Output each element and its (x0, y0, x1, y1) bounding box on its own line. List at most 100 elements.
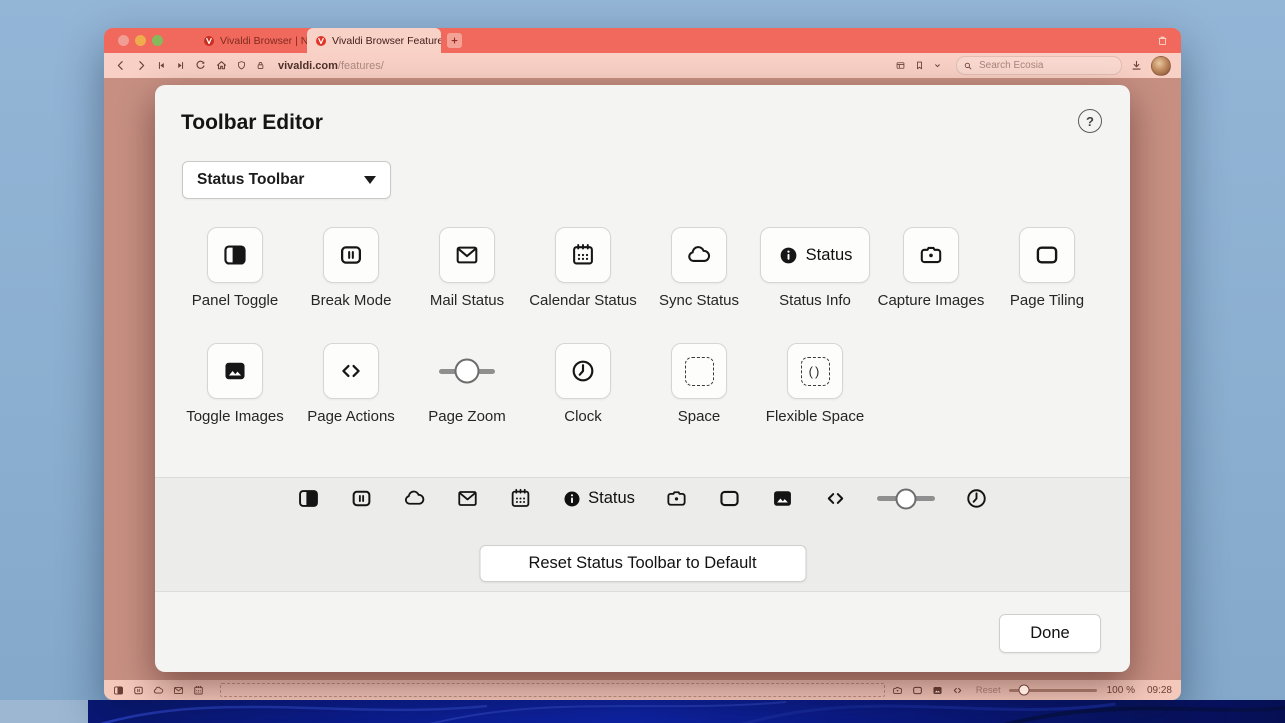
break-mode-icon[interactable] (350, 487, 373, 510)
shield-icon[interactable] (236, 60, 247, 71)
items-row-2: Toggle Images Page Actions Page Zoom (177, 343, 873, 427)
tab-title: Vivaldi Browser Features | (332, 35, 441, 47)
calendar-icon[interactable] (509, 487, 532, 510)
status-info-widget[interactable]: Status (562, 489, 635, 509)
page-zoom-slider[interactable] (1009, 683, 1097, 697)
calendar-icon[interactable] (193, 685, 204, 696)
lock-icon[interactable] (255, 60, 266, 71)
code-icon[interactable] (824, 487, 847, 510)
toolbar-select-dropdown[interactable]: Status Toolbar (182, 161, 391, 199)
item-break-mode[interactable]: Break Mode (293, 227, 409, 311)
item-panel-toggle[interactable]: Panel Toggle (177, 227, 293, 311)
zoom-slider-icon[interactable] (877, 488, 935, 510)
maximize-window-button[interactable] (152, 35, 163, 46)
item-page-tiling[interactable]: Page Tiling (989, 227, 1105, 311)
item-label: Capture Images (878, 292, 985, 311)
chevron-down-icon[interactable] (933, 61, 942, 70)
rewind-button[interactable] (156, 60, 167, 71)
done-button[interactable]: Done (999, 614, 1101, 653)
tab-vivaldi-browser[interactable]: Vivaldi Browser | Now wit (195, 28, 307, 53)
profile-avatar[interactable] (1151, 56, 1171, 76)
item-label: Clock (564, 408, 602, 427)
code-icon (338, 358, 364, 384)
new-tab-button[interactable] (447, 33, 462, 48)
image-icon (222, 358, 248, 384)
fast-forward-button[interactable] (175, 60, 186, 71)
item-capture-images[interactable]: Capture Images (873, 227, 989, 311)
vivaldi-favicon-icon (315, 35, 327, 47)
back-button[interactable] (114, 59, 127, 72)
mail-icon[interactable] (456, 487, 479, 510)
clock-time[interactable]: 09:28 (1147, 685, 1172, 696)
camera-icon (918, 242, 944, 268)
panel-toggle-icon[interactable] (113, 685, 124, 696)
download-icon[interactable] (1130, 59, 1143, 72)
closed-tabs-trash-icon[interactable] (1156, 34, 1169, 47)
flexible-space (220, 683, 885, 697)
url-domain: vivaldi.com (278, 60, 338, 72)
desktop: Vivaldi Browser | Now wit Vivaldi Browse… (0, 0, 1285, 723)
item-label: Calendar Status (529, 292, 637, 311)
item-label: Page Actions (307, 408, 395, 427)
cloud-sync-icon[interactable] (403, 487, 426, 510)
reset-toolbar-button[interactable]: Reset Status Toolbar to Default (479, 545, 806, 582)
calendar-icon (570, 242, 596, 268)
item-calendar-status[interactable]: Calendar Status (525, 227, 641, 311)
tab-bar: Vivaldi Browser | Now wit Vivaldi Browse… (104, 28, 1181, 53)
clock-icon (570, 358, 596, 384)
status-badge-text: Status (806, 246, 853, 265)
item-clock[interactable]: Clock (525, 343, 641, 427)
break-mode-icon[interactable] (133, 685, 144, 696)
bookmark-icon[interactable] (914, 60, 925, 71)
zoom-slider-icon (439, 358, 495, 384)
space-icon (685, 357, 714, 386)
toolbar-preview-band: Status Reset Status Toolbar to Default (155, 477, 1130, 592)
image-icon[interactable] (771, 487, 794, 510)
plus-icon (450, 36, 459, 45)
tab-vivaldi-features[interactable]: Vivaldi Browser Features | (307, 28, 441, 53)
item-status-info[interactable]: Status Status Info (757, 227, 873, 311)
clock-icon[interactable] (965, 487, 988, 510)
item-sync-status[interactable]: Sync Status (641, 227, 757, 311)
item-page-zoom[interactable]: Page Zoom (409, 343, 525, 427)
home-button[interactable] (215, 59, 228, 72)
page-tiling-icon[interactable] (718, 487, 741, 510)
page-tiling-icon[interactable] (912, 685, 923, 696)
reading-list-icon[interactable] (895, 60, 906, 71)
url-field[interactable]: vivaldi.com /features/ (278, 60, 384, 72)
search-field[interactable] (956, 56, 1122, 75)
panel-toggle-icon[interactable] (297, 487, 320, 510)
item-label: Panel Toggle (192, 292, 278, 311)
toolbar-select-value: Status Toolbar (197, 171, 304, 189)
item-label: Flexible Space (766, 408, 864, 427)
reload-button[interactable] (194, 59, 207, 72)
item-toggle-images[interactable]: Toggle Images (177, 343, 293, 427)
cloud-sync-icon[interactable] (153, 685, 164, 696)
zoom-level-value[interactable]: 100 % (1107, 685, 1135, 696)
url-path: /features/ (338, 60, 384, 72)
item-mail-status[interactable]: Mail Status (409, 227, 525, 311)
item-label: Mail Status (430, 292, 504, 311)
code-icon[interactable] (952, 685, 963, 696)
search-input[interactable] (977, 59, 1113, 72)
forward-button[interactable] (135, 59, 148, 72)
window-controls (118, 35, 163, 46)
panel-toggle-icon (222, 242, 248, 268)
help-button[interactable]: ? (1078, 109, 1102, 133)
mail-icon[interactable] (173, 685, 184, 696)
status-bar: Reset 100 % 09:28 (104, 680, 1181, 700)
camera-icon[interactable] (665, 487, 688, 510)
dialog-title: Toolbar Editor (181, 111, 323, 135)
item-flexible-space[interactable]: () Flexible Space (757, 343, 873, 427)
close-window-button[interactable] (118, 35, 129, 46)
items-row-1: Panel Toggle Break Mode Mail Status Cale… (177, 227, 1105, 311)
search-icon (963, 61, 973, 71)
item-page-actions[interactable]: Page Actions (293, 343, 409, 427)
minimize-window-button[interactable] (135, 35, 146, 46)
image-icon[interactable] (932, 685, 943, 696)
flexible-space-icon: () (801, 357, 830, 386)
camera-icon[interactable] (892, 685, 903, 696)
item-space[interactable]: Space (641, 343, 757, 427)
status-label: Status (588, 489, 635, 508)
zoom-reset-label[interactable]: Reset (976, 685, 1001, 696)
